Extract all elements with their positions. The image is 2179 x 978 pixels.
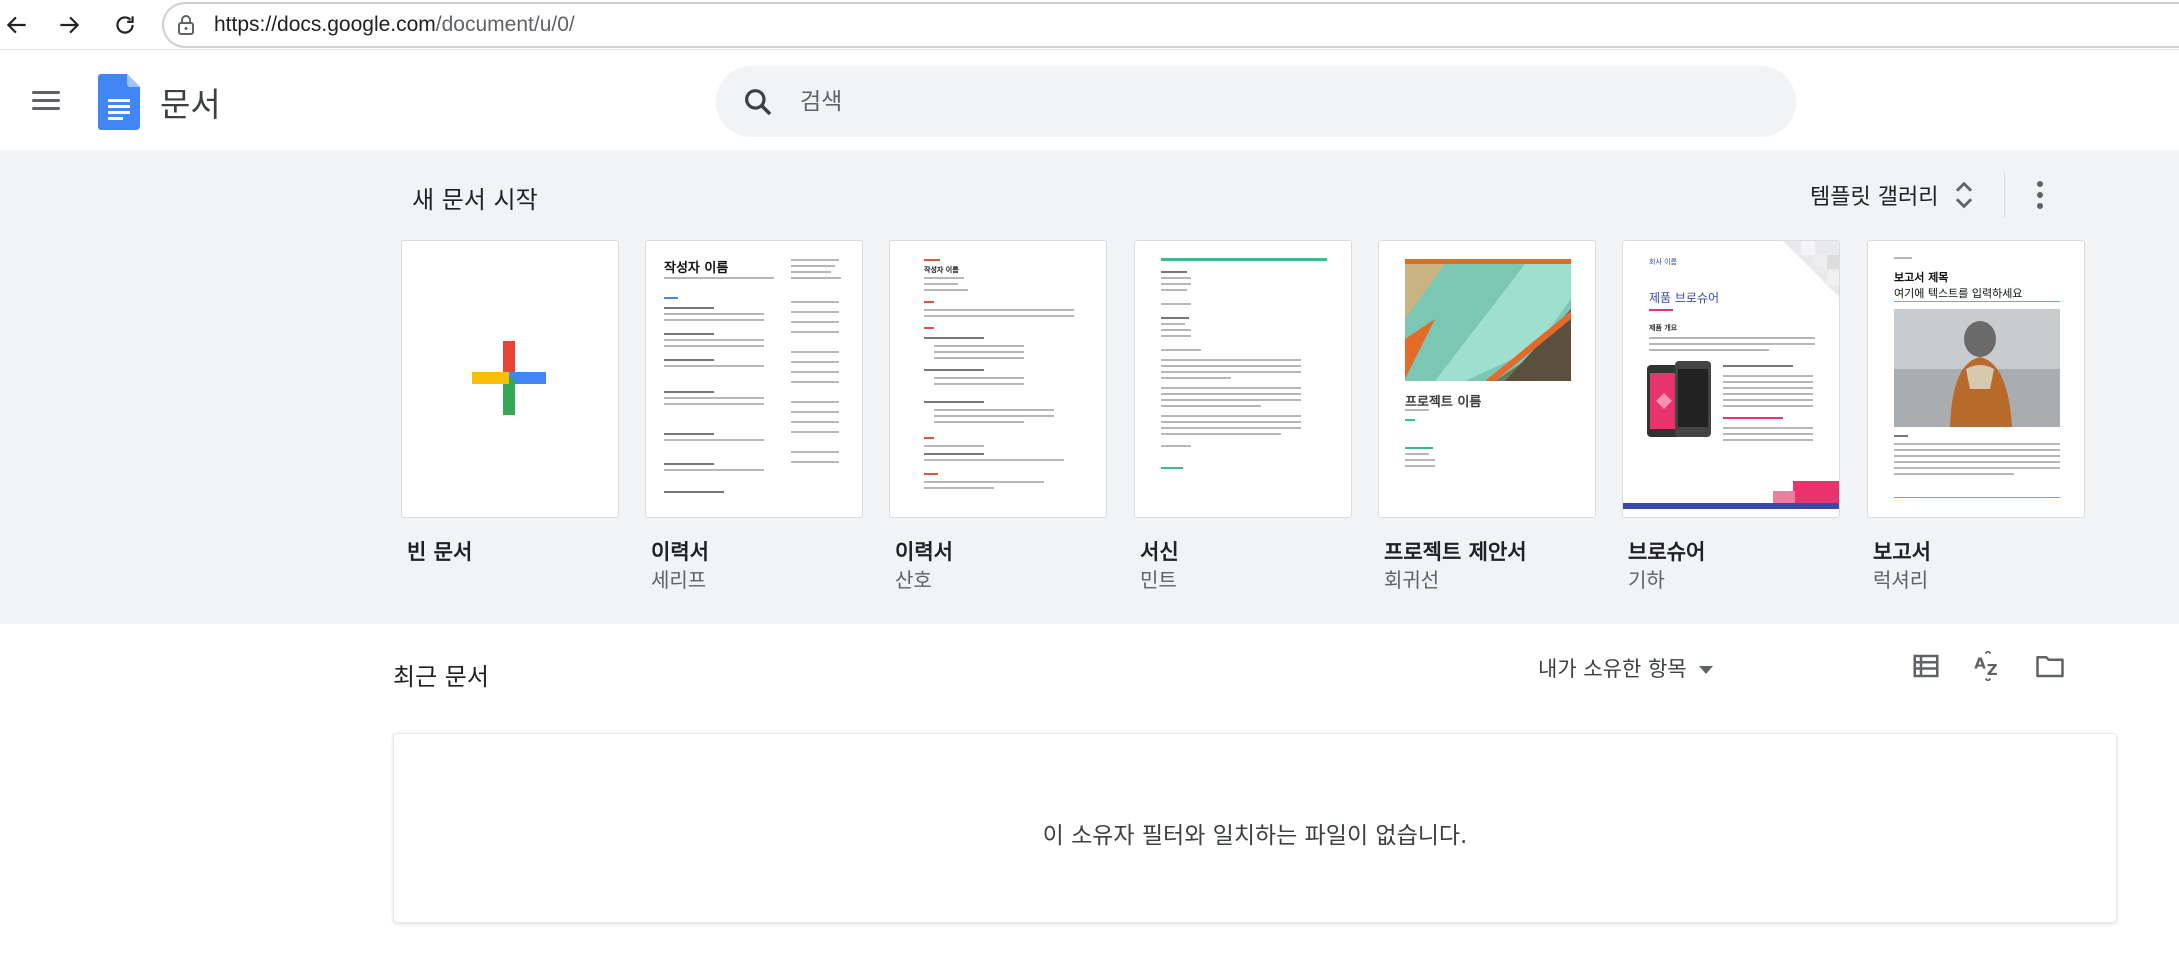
template-name: 브로슈어 (1628, 540, 1706, 564)
search-input[interactable] (800, 66, 1700, 137)
plus-icon (472, 341, 546, 415)
template-thumbnail[interactable]: 프로젝트 이름 (1378, 240, 1596, 518)
svg-text:Z: Z (1987, 661, 1998, 679)
arrow-left-icon (6, 16, 26, 34)
empty-message: 이 소유자 필터와 일치하는 파일이 없습니다. (1042, 823, 1468, 849)
search-bar[interactable] (716, 66, 1796, 137)
back-button[interactable] (0, 8, 34, 42)
recent-docs-empty-state: 이 소유자 필터와 일치하는 파일이 없습니다. (393, 733, 2117, 923)
template-section: 새 문서 시작 템플릿 갤러리 빈 문서 작성자 이름 이력서 세리프 작성자 … (0, 150, 2179, 624)
app-title[interactable]: 문서 (160, 78, 221, 126)
template-thumbnail[interactable] (401, 240, 619, 518)
url-text[interactable]: https://docs.google.com/document/u/0/ (214, 13, 575, 37)
template-style: 세리프 (651, 568, 707, 592)
template-name: 프로젝트 제안서 (1384, 540, 1527, 564)
template-thumbnail[interactable]: 작성자 이름 (889, 240, 1107, 518)
template-name: 빈 문서 (407, 540, 473, 564)
template-thumbnail[interactable]: 보고서 제목 여기에 텍스트를 입력하세요 (1867, 240, 2085, 518)
phone-image (1647, 361, 1711, 437)
thumb-pattern (1783, 241, 1839, 297)
thumb-photo (1894, 309, 2060, 427)
file-picker-button[interactable] (2030, 646, 2070, 686)
unfold-icon (1956, 181, 1973, 209)
more-options-button[interactable] (2020, 170, 2060, 220)
forward-button[interactable] (52, 8, 86, 42)
thumb-heading: 제품 브로슈어 (1649, 291, 1720, 305)
thumb-subheading: 여기에 텍스트를 입력하세요 (1894, 287, 2023, 300)
thumb-heading: 작성자 이름 (664, 261, 729, 276)
url-host: https://docs.google.com (214, 13, 436, 36)
template-thumbnail[interactable]: 회사 이름 제품 브로슈어 제품 개요 (1622, 240, 1840, 518)
arrow-right-icon (60, 16, 80, 34)
template-style: 민트 (1140, 568, 1177, 592)
caret-down-icon (1698, 665, 1713, 674)
template-style: 기하 (1628, 568, 1665, 592)
template-style: 회귀선 (1384, 568, 1440, 592)
template-style: 럭셔리 (1873, 568, 1929, 592)
template-name: 보고서 (1873, 540, 1931, 564)
owner-filter-label: 내가 소유한 항목 (1538, 657, 1687, 681)
template-style: 산호 (895, 568, 932, 592)
address-bar[interactable]: https://docs.google.com/document/u/0/ (162, 2, 2179, 48)
thumb-kicker: 회사 이름 (1649, 258, 1677, 266)
docs-header: 문서 (0, 52, 2179, 148)
template-thumbnail[interactable] (1134, 240, 1352, 518)
site-info-icon[interactable] (174, 13, 198, 37)
template-gallery-button[interactable]: 템플릿 갤러리 (1800, 172, 1986, 218)
thumb-heading: 작성자 이름 (924, 266, 959, 274)
recent-docs-title: 최근 문서 (393, 663, 489, 691)
search-icon[interactable] (742, 86, 774, 118)
section-title: 새 문서 시작 (412, 186, 538, 214)
owner-filter-dropdown[interactable]: 내가 소유한 항목 (1530, 648, 1721, 688)
docs-logo-icon[interactable] (98, 74, 140, 130)
svg-text:A: A (1974, 655, 1986, 673)
template-name: 이력서 (895, 540, 953, 564)
template-name: 서신 (1140, 540, 1179, 564)
sort-button[interactable]: A Z (1968, 646, 2008, 686)
thumb-section: 제품 개요 (1649, 324, 1678, 332)
folder-icon (2036, 656, 2064, 678)
template-gallery-label: 템플릿 갤러리 (1810, 185, 1939, 210)
divider (2004, 172, 2005, 218)
browser-toolbar: https://docs.google.com/document/u/0/ (0, 0, 2179, 50)
thumb-image (1405, 259, 1571, 381)
reload-icon (116, 16, 134, 34)
list-view-button[interactable] (1906, 646, 1946, 686)
sort-az-icon: A Z (1974, 651, 1998, 681)
thumb-heading: 보고서 제목 (1894, 271, 1949, 284)
url-path: /document/u/0/ (435, 13, 575, 36)
list-view-icon (1913, 654, 1939, 678)
reload-button[interactable] (108, 8, 142, 42)
thumb-heading: 프로젝트 이름 (1405, 395, 1482, 410)
template-thumbnail[interactable]: 작성자 이름 (645, 240, 863, 518)
main-menu-button[interactable] (28, 86, 66, 116)
template-name: 이력서 (651, 540, 709, 564)
